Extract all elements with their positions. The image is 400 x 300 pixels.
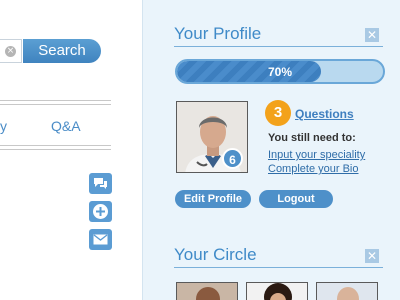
divider — [0, 100, 111, 101]
search-input[interactable]: × — [0, 39, 22, 63]
todo-bio-link[interactable]: Complete your Bio — [268, 163, 359, 175]
left-content: × Search y Q&A — [0, 0, 142, 300]
search-button[interactable]: Search — [23, 39, 101, 63]
questions-count-badge: 3 — [265, 100, 291, 126]
chat-icon[interactable] — [89, 173, 112, 194]
divider — [0, 145, 111, 146]
close-icon[interactable]: ✕ — [365, 28, 379, 42]
circle-member-avatar[interactable] — [316, 282, 378, 300]
clear-icon[interactable]: × — [5, 46, 16, 57]
profile-title: Your Profile — [174, 24, 262, 43]
sidebar-panel: Your Profile ✕ 70% 6 3 Questions You sti… — [142, 0, 400, 300]
profile-progress-bar: 70% — [175, 59, 385, 84]
circle-title: Your Circle — [174, 245, 257, 264]
circle-member-avatar[interactable] — [246, 282, 308, 300]
need-label: You still need to: — [268, 132, 356, 144]
questions-link[interactable]: Questions — [295, 107, 354, 121]
divider — [0, 104, 111, 105]
plus-icon[interactable] — [89, 201, 112, 222]
mail-icon[interactable] — [89, 229, 112, 250]
edit-profile-button[interactable]: Edit Profile — [175, 190, 251, 208]
photo-count-badge: 6 — [222, 148, 243, 169]
logout-button[interactable]: Logout — [259, 190, 333, 208]
divider — [174, 46, 383, 47]
circle-member-avatar[interactable] — [176, 282, 238, 300]
divider — [174, 267, 383, 268]
tab-qa[interactable]: Q&A — [51, 118, 81, 134]
divider — [0, 149, 111, 150]
close-icon[interactable]: ✕ — [365, 249, 379, 263]
progress-label: 70% — [267, 65, 293, 79]
tab-partial[interactable]: y — [0, 118, 7, 134]
todo-speciality-link[interactable]: Input your speciality — [268, 149, 365, 161]
